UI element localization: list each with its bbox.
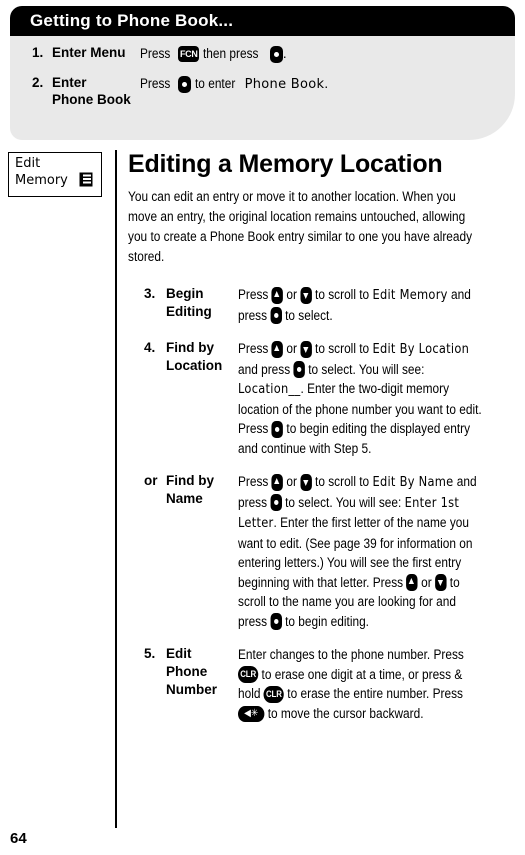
display-text: Edit Memory <box>372 288 448 303</box>
scroll-down-key-icon <box>300 473 312 491</box>
scroll-up-key-icon <box>406 574 418 592</box>
star-key-icon: ◀✳ <box>238 705 265 722</box>
step-5-number: 5. <box>144 646 156 661</box>
top-step-1: 1. Enter Menu Press FCN then press . <box>10 44 515 63</box>
intro-paragraph: You can edit an entry or move it to anot… <box>128 189 473 264</box>
step-3-title-line2: Editing <box>166 304 212 319</box>
ok-key-icon <box>270 613 282 631</box>
scroll-up-key-icon <box>271 340 284 358</box>
top-step-2-text: Press to enter Phone Book. <box>140 74 358 108</box>
step-3-title-line1: Begin <box>166 286 204 301</box>
scroll-up-key-icon <box>271 473 284 491</box>
clr-key-icon: CLR <box>238 666 259 684</box>
step-5: 5. Edit Phone Number Enter changes to the… <box>136 645 518 723</box>
step-or: or Find by Name Press or to scroll to Edi… <box>136 472 518 631</box>
step-4-title-line2: Location <box>166 358 223 373</box>
top-step-1-post: . <box>282 46 287 61</box>
page-number: 64 <box>10 830 27 847</box>
ok-key-icon <box>270 494 282 512</box>
phone-book-icon <box>79 172 93 187</box>
top-step-2-label: 2. Enter Phone Book <box>10 74 140 108</box>
top-step-2-post: . <box>324 76 329 91</box>
step-3: 3. Begin Editing Press or to scroll to Ed… <box>136 285 518 325</box>
display-text: Edit By Location <box>372 342 470 357</box>
step-5-title-line3: Number <box>166 682 218 697</box>
scroll-down-key-icon <box>300 340 312 358</box>
top-step-2-mid: to enter <box>195 76 236 91</box>
step-5-title-line2: Phone <box>166 664 208 679</box>
panel-header: Getting to Phone Book... <box>10 6 515 36</box>
column-divider <box>115 150 117 828</box>
step-3-text: Press or to scroll to Edit Memory and pr… <box>238 286 471 325</box>
main-content: Editing a Memory Location You can edit a… <box>128 150 518 737</box>
display-text: Location__ <box>238 382 301 397</box>
step-5-text: Enter changes to the phone number. Press… <box>238 647 464 722</box>
main-steps: 3. Begin Editing Press or to scroll to Ed… <box>136 285 518 723</box>
top-step-1-label: 1. Enter Menu <box>10 44 140 63</box>
ok-key-icon <box>269 45 283 63</box>
clr-key-icon: CLR <box>263 685 285 703</box>
scroll-down-key-icon <box>435 574 447 592</box>
panel-header-title: Getting to Phone Book... <box>30 11 234 30</box>
step-4-title-line1: Find by <box>166 340 214 355</box>
step-5-label: 5. Edit Phone Number <box>136 645 238 723</box>
step-or-title-line1: Find by <box>166 473 214 488</box>
ok-key-icon <box>178 75 192 93</box>
display-line-2: Memory <box>15 173 68 188</box>
getting-to-phone-book-panel: Getting to Phone Book... 1. Enter Menu Pr… <box>10 6 515 140</box>
step-4: 4. Find by Location Press or to scroll to… <box>136 339 518 458</box>
step-or-title-line2: Name <box>166 491 203 506</box>
top-step-1-text: Press FCN then press . <box>140 44 317 63</box>
top-step-1-title: Enter Menu <box>52 45 126 60</box>
step-4-text: Press or to scroll to Edit By Location a… <box>238 340 482 456</box>
top-step-1-number: 1. <box>32 45 44 60</box>
step-3-label: 3. Begin Editing <box>136 285 238 325</box>
fcn-key-icon: FCN <box>178 46 200 63</box>
top-step-2: 2. Enter Phone Book Press to enter Phone … <box>10 74 515 108</box>
top-step-2-pre: Press <box>140 76 171 91</box>
ok-key-icon <box>271 420 284 438</box>
page-title: Editing a Memory Location <box>128 150 443 178</box>
step-5-title-line1: Edit <box>166 646 192 661</box>
step-4-number: 4. <box>144 340 156 355</box>
top-step-2-number: 2. <box>32 75 44 90</box>
ok-key-icon <box>293 361 305 379</box>
top-step-1-mid: then press <box>203 46 259 61</box>
top-step-2-title-line1: Enter <box>52 75 87 90</box>
display-line-1: Edit <box>15 156 41 171</box>
step-3-number: 3. <box>144 286 156 301</box>
step-or-number: or <box>144 473 158 488</box>
step-or-label: or Find by Name <box>136 472 238 631</box>
top-step-2-display-text: Phone Book <box>244 77 325 92</box>
top-step-1-pre: Press <box>140 46 171 61</box>
step-4-label: 4. Find by Location <box>136 339 238 458</box>
scroll-down-key-icon <box>300 286 312 304</box>
edit-memory-display-box: Edit Memory <box>8 152 102 197</box>
display-text: Edit By Name <box>372 475 454 490</box>
top-step-2-title-line2: Phone Book <box>52 92 131 107</box>
step-or-text: Press or to scroll to Edit By Name and p… <box>238 473 477 631</box>
top-panel-steps: 1. Enter Menu Press FCN then press . 2. En… <box>10 44 515 119</box>
ok-key-icon <box>270 307 282 325</box>
scroll-up-key-icon <box>271 286 284 304</box>
